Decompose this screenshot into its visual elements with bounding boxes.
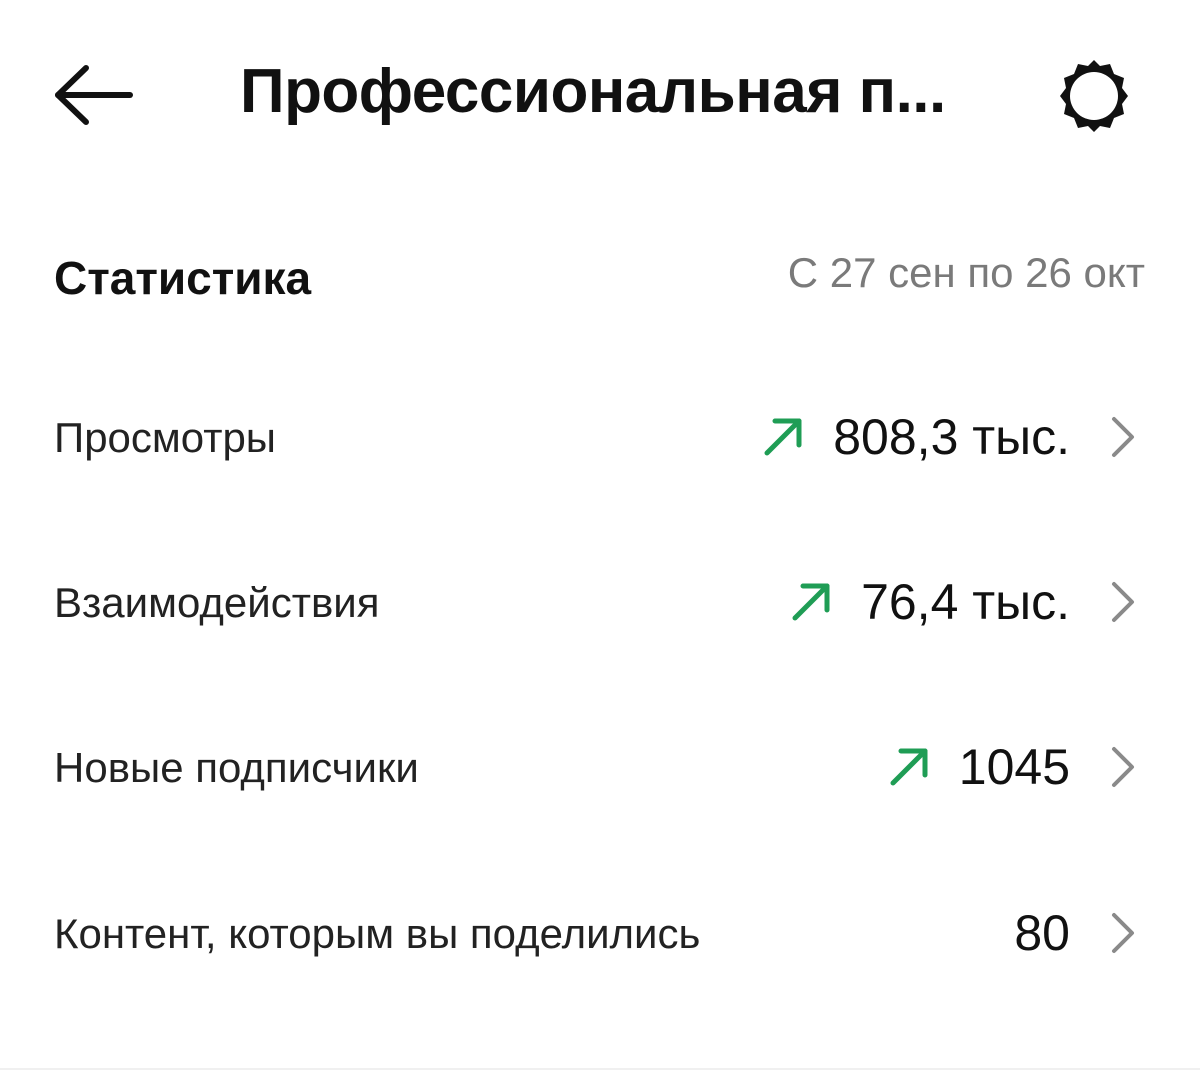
gear-icon (1060, 60, 1128, 132)
stat-value: 76,4 тыс. (861, 574, 1070, 630)
stat-value: 808,3 тыс. (833, 409, 1070, 465)
settings-button[interactable] (1052, 54, 1136, 138)
stat-row-engagements[interactable]: Взаимодействия 76,4 тыс. (0, 545, 1200, 665)
stat-value: 80 (1014, 905, 1070, 961)
stat-value-group: 1045 (887, 732, 1138, 802)
chevron-right-icon (1112, 582, 1134, 622)
section-title: Статистика (54, 252, 312, 304)
arrow-left-icon (55, 65, 133, 125)
trend-up-icon (792, 583, 830, 621)
stat-value: 1045 (958, 739, 1070, 795)
trend-up-icon (890, 748, 928, 786)
top-bar: Профессиональная п... (0, 0, 1200, 190)
stat-value-group: 808,3 тыс. (761, 402, 1138, 472)
bottom-divider (0, 1068, 1200, 1070)
chevron-right-icon (1112, 417, 1134, 457)
chevron-right-icon (1112, 913, 1134, 953)
trend-up-icon (764, 418, 802, 456)
stat-row-content-shared[interactable]: Контент, которым вы поделились 80 (0, 876, 1200, 996)
chevron-right-icon (1112, 747, 1134, 787)
stat-row-views[interactable]: Просмотры 808,3 тыс. (0, 380, 1200, 500)
date-range-selector[interactable]: С 27 сен по 26 окт (788, 244, 1145, 302)
back-button[interactable] (50, 62, 136, 128)
stat-value-group: 76,4 тыс. (789, 567, 1138, 637)
stat-label: Новые подписчики (54, 744, 419, 791)
stat-label: Просмотры (54, 414, 276, 461)
stat-value-group: 80 (1014, 898, 1138, 968)
statistics-header: Статистика С 27 сен по 26 окт (0, 230, 1200, 320)
stat-label: Контент, которым вы поделились (54, 910, 701, 957)
page-title: Профессиональная п... (240, 57, 946, 126)
stat-label: Взаимодействия (54, 579, 380, 626)
stat-row-new-followers[interactable]: Новые подписчики 1045 (0, 710, 1200, 830)
